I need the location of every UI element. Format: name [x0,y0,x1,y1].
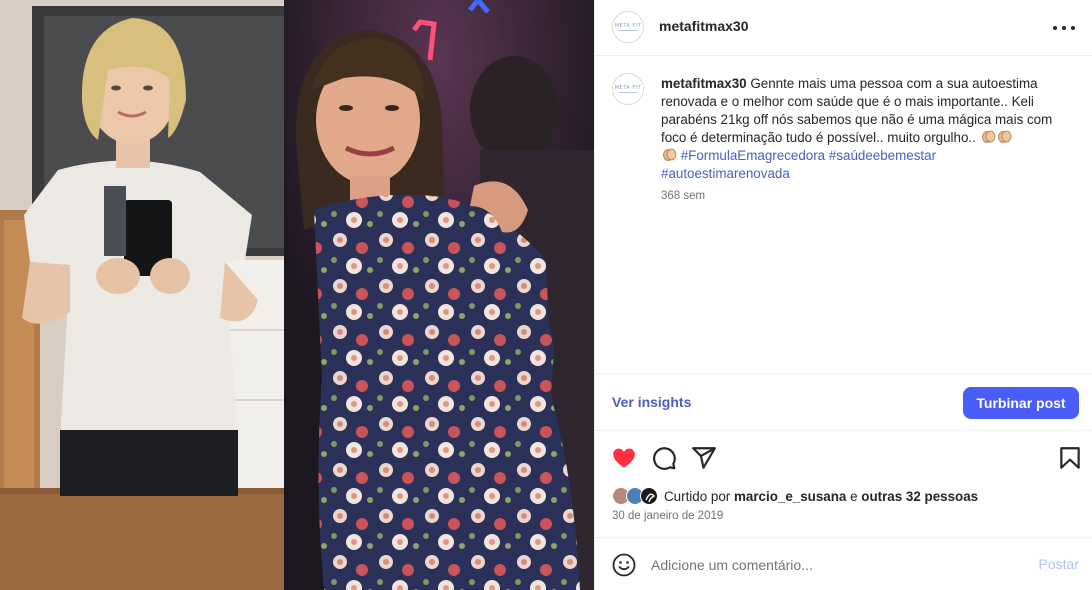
avatar-logo-line [619,30,637,31]
caption-username[interactable]: metafitmax30 [661,76,747,91]
liker-username[interactable]: marcio_e_susana [734,489,846,504]
post-date: 30 de janeiro de 2019 [612,510,724,522]
likes-others-count[interactable]: outras 32 pessoas [861,489,978,504]
boost-post-button[interactable]: Turbinar post [963,387,1079,419]
post-details-panel: META FIT metafitmax30 META FIT metafitma… [594,0,1092,590]
post-comment-button[interactable]: Postar [1039,556,1079,572]
liker-avatars [612,486,664,506]
avatar [640,487,658,505]
before-photo [0,0,284,590]
hashtag-link[interactable]: #FormulaEmagrecedora [681,148,825,163]
comment-input[interactable] [651,552,1021,578]
caption-avatar-logo-line [619,92,637,93]
caption-section: META FIT metafitmax30 Gennte mais uma pe… [595,57,1092,373]
more-options-icon[interactable] [1053,18,1075,38]
comment-icon[interactable] [651,445,677,471]
emoji-smile-icon[interactable] [612,553,636,577]
header-username[interactable]: metafitmax30 [659,18,749,34]
comment-bar: Postar [595,537,1092,590]
insights-bar: Ver insights Turbinar post [595,373,1092,431]
heart-icon[interactable] [611,445,637,471]
avatar[interactable]: META FIT [612,11,644,43]
clapping-hands-icon [662,147,677,162]
clapping-hands-icon [997,129,1012,144]
save-bookmark-icon[interactable] [1057,445,1083,471]
caption-avatar-logo-text: META FIT [614,85,642,91]
after-photo [284,0,594,590]
avatar-logo-text: META FIT [614,23,642,29]
share-icon[interactable] [691,445,717,471]
likes-conjunction: e [846,488,862,504]
post-header: META FIT metafitmax30 [595,0,1092,56]
caption-avatar[interactable]: META FIT [612,73,644,105]
likes-summary[interactable]: Curtido por marcio_e_susana e outras 32 … [612,486,978,506]
action-bar [595,440,1092,480]
caption-time-ago: 368 sem [661,190,706,202]
likes-text: Curtido por marcio_e_susana e outras 32 … [664,489,978,504]
hashtag-link[interactable]: #autoestimarenovada [661,166,790,181]
caption-text: metafitmax30 Gennte mais uma pessoa com … [661,75,1073,183]
hashtag-link[interactable]: #saúdeebemestar [829,148,936,163]
post-media[interactable] [0,0,594,590]
clapping-hands-icon [981,129,996,144]
likes-prefix: Curtido por [664,488,734,504]
view-insights-link[interactable]: Ver insights [612,394,691,410]
